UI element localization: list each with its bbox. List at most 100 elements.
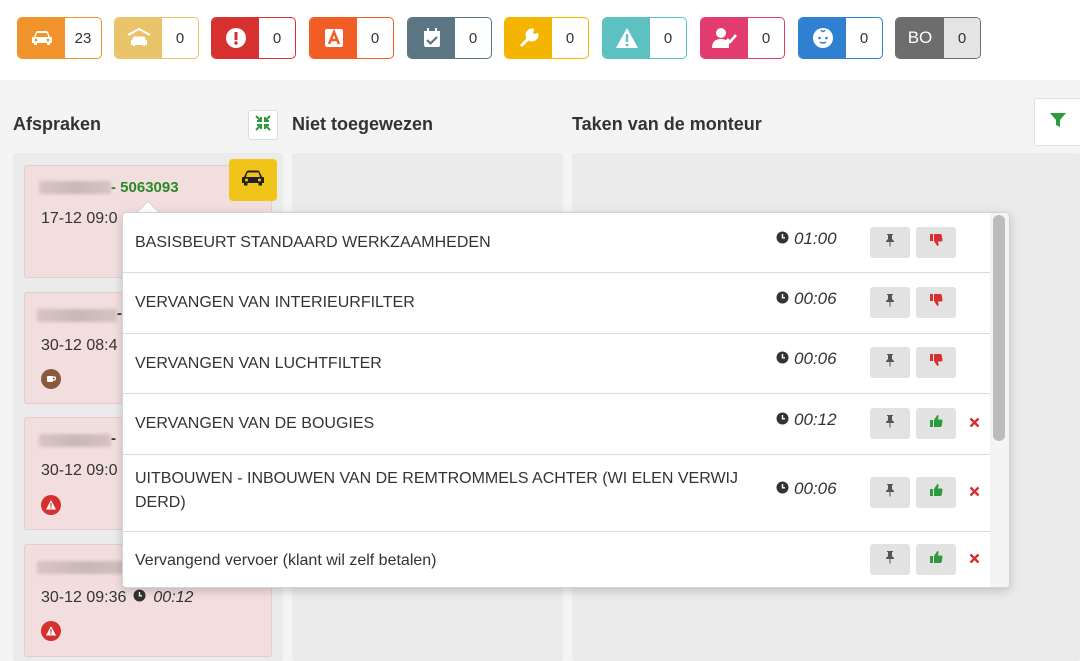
task-row: UITBOUWEN - INBOUWEN VAN DE REMTROMMELS … xyxy=(123,455,991,532)
task-row: VERVANGEN VAN INTERIEURFILTER 00:06 xyxy=(123,273,991,334)
appointment-date: 30-12 08:4 xyxy=(41,337,118,354)
thumbs-up-icon xyxy=(929,414,943,433)
appointment-number: - xyxy=(111,430,116,447)
appointment-duration: 00:12 xyxy=(153,589,194,606)
appointment-datetime: 30-12 09:36 00:12 xyxy=(41,589,193,607)
task-duration: 00:06 xyxy=(776,289,837,309)
badge-garage[interactable]: 0 xyxy=(114,17,199,59)
task-row: BASISBEURT STANDAARD WERKZAAMHEDEN 01:00 xyxy=(123,213,991,273)
badge-user-check[interactable]: 0 xyxy=(700,17,785,59)
thumbs-down-icon xyxy=(929,233,943,252)
badge-wrench[interactable]: 0 xyxy=(504,17,589,59)
thumbs-down-icon xyxy=(929,353,943,372)
redacted-customer-name xyxy=(37,309,117,322)
badge-cars[interactable]: 23 xyxy=(17,17,102,59)
exclamation-circle-icon xyxy=(212,18,259,58)
car-icon xyxy=(18,18,65,58)
clock-icon xyxy=(776,229,789,249)
letter-a-icon xyxy=(310,18,357,58)
calendar-check-icon xyxy=(408,18,455,58)
wrench-icon xyxy=(505,18,552,58)
clock-icon xyxy=(776,479,789,499)
badge-bo[interactable]: BO 0 xyxy=(895,17,981,59)
delete-task-button[interactable] xyxy=(966,552,982,568)
warning-icon xyxy=(41,621,61,641)
badge-count: 0 xyxy=(761,29,771,47)
compress-arrows-icon xyxy=(255,114,271,136)
task-name: Vervangend vervoer (klant wil zelf betal… xyxy=(135,552,437,569)
badge-count: 0 xyxy=(565,29,575,47)
pin-icon xyxy=(884,233,896,252)
task-row: VERVANGEN VAN DE BOUGIES 00:12 xyxy=(123,394,991,455)
task-duration: 00:12 xyxy=(776,410,837,430)
pin-button[interactable] xyxy=(870,227,910,258)
badge-alerts[interactable]: 0 xyxy=(211,17,296,59)
pin-icon xyxy=(884,414,896,433)
task-duration: 00:06 xyxy=(776,479,837,499)
warning-icon xyxy=(41,495,61,515)
status-badge-bar: 23 0 0 0 0 0 0 0 0 BO 0 xyxy=(0,0,1080,80)
pin-button[interactable] xyxy=(870,544,910,575)
badge-baby[interactable]: 0 xyxy=(798,17,883,59)
badge-count: 0 xyxy=(663,29,673,47)
column-title-unassigned: Niet toegewezen xyxy=(292,114,434,134)
filter-button[interactable] xyxy=(1034,98,1080,146)
coffee-icon xyxy=(41,369,61,389)
approve-button[interactable] xyxy=(916,408,956,439)
task-name: BASISBEURT STANDAARD WERKZAAMHEDEN xyxy=(135,234,491,251)
task-list-popover: BASISBEURT STANDAARD WERKZAAMHEDEN 01:00… xyxy=(122,212,1010,588)
expand-button[interactable] xyxy=(248,110,278,140)
clock-icon xyxy=(133,589,146,607)
reject-button[interactable] xyxy=(916,347,956,378)
task-name: VERVANGEN VAN DE BOUGIES xyxy=(135,415,375,432)
task-name: VERVANGEN VAN INTERIEURFILTER xyxy=(135,294,415,311)
filter-icon xyxy=(1049,111,1067,134)
badge-count: 0 xyxy=(859,29,869,47)
pin-button[interactable] xyxy=(870,347,910,378)
warning-icon xyxy=(603,18,650,58)
thumbs-down-icon xyxy=(929,293,943,312)
clock-icon xyxy=(776,289,789,309)
close-icon xyxy=(969,551,980,569)
badge-count: 0 xyxy=(468,29,478,47)
task-name: VERVANGEN VAN LUCHTFILTER xyxy=(135,355,382,372)
thumbs-up-icon xyxy=(929,550,943,569)
task-duration-value: 01:00 xyxy=(794,229,837,248)
badge-count: 0 xyxy=(944,18,980,58)
task-duration-value: 00:06 xyxy=(794,479,837,498)
task-row: VERVANGEN VAN LUCHTFILTER 00:06 xyxy=(123,334,991,394)
car-status-badge[interactable] xyxy=(229,159,277,201)
pin-icon xyxy=(884,550,896,569)
reject-button[interactable] xyxy=(916,287,956,318)
pin-icon xyxy=(884,483,896,502)
approve-button[interactable] xyxy=(916,544,956,575)
approve-button[interactable] xyxy=(916,477,956,508)
pin-icon xyxy=(884,293,896,312)
user-check-icon xyxy=(701,18,748,58)
badge-count: 23 xyxy=(74,29,92,47)
badge-warning[interactable]: 0 xyxy=(602,17,687,59)
badge-letter-a[interactable]: 0 xyxy=(309,17,394,59)
badge-calendar[interactable]: 0 xyxy=(407,17,492,59)
appointment-date: 17-12 09:0 xyxy=(41,210,118,227)
delete-task-button[interactable] xyxy=(966,416,982,432)
task-duration-value: 00:12 xyxy=(794,410,837,429)
scrollbar-thumb[interactable] xyxy=(993,215,1005,441)
task-duration: 01:00 xyxy=(776,229,837,249)
pin-button[interactable] xyxy=(870,477,910,508)
appointment-date: 30-12 09:0 xyxy=(41,462,118,479)
clock-icon xyxy=(776,410,789,430)
clock-icon xyxy=(776,349,789,369)
garage-car-icon xyxy=(115,18,162,58)
close-icon xyxy=(969,484,980,502)
delete-task-button[interactable] xyxy=(966,485,982,501)
pin-button[interactable] xyxy=(870,287,910,318)
task-duration-value: 00:06 xyxy=(794,349,837,368)
column-title-appointments: Afspraken xyxy=(13,114,102,134)
pin-icon xyxy=(884,353,896,372)
pin-button[interactable] xyxy=(870,408,910,439)
car-icon xyxy=(240,168,266,193)
thumbs-up-icon xyxy=(929,483,943,502)
reject-button[interactable] xyxy=(916,227,956,258)
redacted-customer-name xyxy=(39,181,111,194)
